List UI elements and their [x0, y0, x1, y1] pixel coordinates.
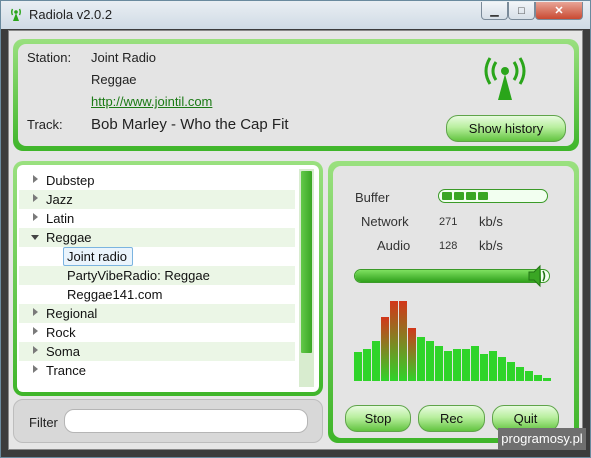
tree-item-label: Rock	[46, 325, 76, 340]
tree-genre-item[interactable]: Trance	[19, 361, 295, 380]
tree-item-label: Jazz	[46, 192, 73, 207]
filter-input[interactable]	[64, 409, 308, 433]
station-url-link[interactable]: http://www.jointil.com	[91, 94, 212, 109]
tree-item-label: PartyVibeRadio: Reggae	[67, 268, 210, 283]
radio-tower-icon	[484, 57, 526, 100]
buffer-segment	[442, 192, 452, 200]
tree-station-item[interactable]: PartyVibeRadio: Reggae	[19, 266, 295, 285]
tree-genre-item[interactable]: Jazz	[19, 190, 295, 209]
station-tree: Dubstep Jazz Latin Reggae Joint radio PartyVi…	[19, 169, 295, 391]
tree-genre-item[interactable]: Regional	[19, 304, 295, 323]
filter-label: Filter	[29, 415, 58, 430]
app-window: Radiola v2.0.2 ▁ □ ✕ Station: Joint Radi…	[0, 0, 591, 458]
network-unit: kb/s	[479, 214, 503, 229]
app-icon	[11, 8, 21, 21]
show-history-button[interactable]: Show history	[446, 115, 566, 142]
tree-station-item[interactable]: Joint radio	[19, 247, 295, 266]
buffer-segment	[478, 192, 488, 200]
tree-item-label: Dubstep	[46, 173, 95, 188]
spectrum-bar	[462, 349, 470, 381]
buffer-label: Buffer	[355, 190, 390, 205]
scrollbar-thumb[interactable]	[301, 171, 312, 353]
tree-genre-item[interactable]: Latin	[19, 209, 295, 228]
buffer-segment	[466, 192, 476, 200]
collapsed-arrow-icon[interactable]	[33, 365, 38, 373]
tree-genre-item[interactable]: Soma	[19, 342, 295, 361]
tree-item-label: Soma	[46, 344, 80, 359]
tree-item-label: Joint radio	[67, 249, 127, 264]
tree-genre-item[interactable]: Rock	[19, 323, 295, 342]
spectrum-bar	[363, 349, 371, 381]
collapsed-arrow-icon[interactable]	[33, 308, 38, 316]
tree-genre-item[interactable]: Reggae	[19, 228, 295, 247]
track-label: Track:	[27, 117, 63, 132]
tree-item-label: Reggae141.com	[67, 287, 163, 302]
spectrum-bar	[480, 354, 488, 381]
minimize-button[interactable]: ▁	[481, 2, 508, 20]
network-value: 271	[439, 216, 458, 228]
network-label: Network	[361, 214, 409, 229]
spectrum-bar	[354, 352, 362, 381]
rec-button[interactable]: Rec	[418, 405, 485, 432]
volume-slider[interactable]	[354, 269, 550, 283]
watermark: programosy.pl	[498, 428, 586, 450]
speaker-icon[interactable]	[526, 263, 550, 289]
station-label: Station:	[27, 50, 72, 65]
audio-unit: kb/s	[479, 238, 503, 253]
spectrum-bar	[444, 351, 452, 381]
collapsed-arrow-icon[interactable]	[33, 175, 38, 183]
collapsed-arrow-icon[interactable]	[33, 194, 38, 202]
tree-genre-item[interactable]: Dubstep	[19, 171, 295, 190]
spectrum-bar	[543, 378, 551, 381]
spectrum-bar	[507, 362, 515, 381]
collapsed-arrow-icon[interactable]	[33, 327, 38, 335]
station-genre: Reggae	[91, 72, 137, 87]
collapsed-arrow-icon[interactable]	[33, 213, 38, 221]
spectrum-bar	[516, 367, 524, 381]
close-button[interactable]: ✕	[535, 2, 583, 20]
stop-button[interactable]: Stop	[345, 405, 411, 432]
spectrum-bar	[471, 346, 479, 381]
spectrum-bar	[498, 357, 506, 381]
window-title: Radiola v2.0.2	[29, 7, 113, 22]
tree-scrollbar[interactable]	[299, 169, 314, 387]
maximize-button[interactable]: □	[508, 2, 535, 20]
audio-value: 128	[439, 240, 458, 252]
spectrum-bar	[426, 341, 434, 381]
track-title: Bob Marley - Who the Cap Fit	[91, 116, 289, 133]
tree-item-label: Regional	[46, 306, 98, 321]
spectrum-bar	[381, 317, 389, 381]
collapsed-arrow-icon[interactable]	[33, 346, 38, 354]
volume-fill	[355, 270, 541, 282]
spectrum-bar	[408, 328, 416, 381]
spectrum-bar	[534, 375, 542, 381]
tree-item-label: Reggae	[46, 230, 92, 245]
station-name: Joint Radio	[91, 50, 157, 65]
expanded-arrow-icon[interactable]	[31, 235, 39, 240]
buffer-segment	[454, 192, 464, 200]
spectrum-bar	[417, 337, 425, 381]
tree-station-item[interactable]: Reggae141.com	[19, 285, 295, 304]
spectrum-bar	[390, 301, 398, 381]
buffer-meter	[438, 189, 548, 203]
spectrum-bar	[372, 341, 380, 381]
spectrum-bar	[399, 301, 407, 381]
tree-item-label: Trance	[46, 363, 86, 378]
spectrum-bar	[525, 371, 533, 381]
spectrum-bar	[489, 351, 497, 381]
title-bar[interactable]: Radiola v2.0.2 ▁ □ ✕	[1, 1, 590, 29]
spectrum-bar	[453, 349, 461, 381]
spectrum-bar	[435, 346, 443, 381]
audio-label: Audio	[377, 238, 411, 253]
tree-item-label: Latin	[46, 211, 75, 226]
spectrum-analyzer	[354, 301, 551, 381]
